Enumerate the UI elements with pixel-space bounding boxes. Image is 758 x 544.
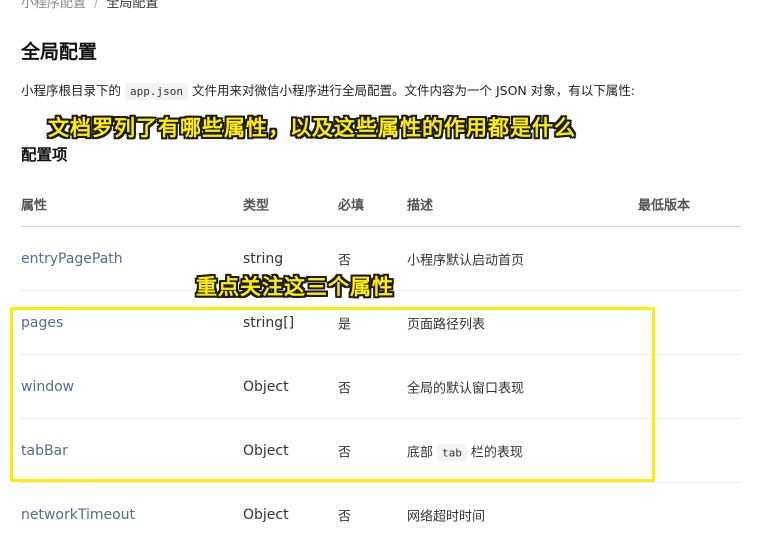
- annotation-top-caption: 文档罗列了有哪些属性，以及这些属性的作用都是什么: [48, 116, 576, 140]
- type-cell: Object: [243, 378, 289, 395]
- description-text-after: 栏的表现: [470, 445, 523, 460]
- header-type: 类型: [243, 198, 270, 214]
- type-cell: Object: [243, 442, 289, 459]
- required-cell: 否: [338, 509, 352, 524]
- property-link-window[interactable]: window: [21, 379, 74, 395]
- type-cell: string[]: [243, 314, 295, 331]
- description-cell: 全局的默认窗口表现: [407, 381, 525, 396]
- description-text-before: 底部: [407, 445, 434, 460]
- intro-text-before: 小程序根目录下的: [21, 83, 122, 98]
- intro-paragraph: 小程序根目录下的 app.json 文件用来对微信小程序进行全局配置。文件内容为一个…: [21, 82, 635, 101]
- header-min-version: 最低版本: [638, 198, 691, 214]
- breadcrumb-parent-link[interactable]: 小程序配置: [21, 0, 86, 11]
- config-table: 属性 类型 必填 描述 最低版本 entryPagePath string 否 …: [21, 180, 741, 544]
- intro-code-app-json: app.json: [125, 83, 188, 100]
- type-cell: Object: [243, 506, 289, 523]
- required-cell: 否: [338, 381, 352, 396]
- description-cell: 页面路径列表: [407, 317, 486, 332]
- description-cell: 小程序默认启动首页: [407, 253, 525, 268]
- property-link-tabbar[interactable]: tabBar: [21, 443, 68, 459]
- required-cell: 是: [338, 317, 352, 332]
- type-cell: string: [243, 250, 284, 267]
- header-property: 属性: [21, 198, 48, 214]
- section-title: 配置项: [21, 146, 68, 164]
- property-link-networktimeout[interactable]: networkTimeout: [21, 507, 135, 523]
- header-description: 描述: [407, 198, 434, 214]
- description-code-tab: tab: [437, 444, 467, 461]
- breadcrumb-current: 全局配置: [106, 0, 159, 11]
- intro-text-after: 文件用来对微信小程序进行全局配置。文件内容为一个 JSON 对象，有以下属性:: [192, 83, 635, 98]
- description-cell: 网络超时时间: [407, 509, 486, 524]
- required-cell: 否: [338, 445, 352, 460]
- annotation-middle-caption: 重点关注这三个属性: [196, 275, 394, 299]
- description-cell: 底部 tab 栏的表现: [407, 441, 523, 461]
- breadcrumb: 小程序配置 / 全局配置: [21, 0, 158, 11]
- header-required: 必填: [338, 198, 365, 214]
- docs-page: 小程序配置 / 全局配置 全局配置 小程序根目录下的 app.json 文件用来对微信小…: [0, 0, 758, 544]
- breadcrumb-separator: /: [94, 0, 99, 11]
- page-title: 全局配置: [21, 41, 98, 63]
- table-row-window: window Object 否 全局的默认窗口表现: [21, 355, 741, 419]
- table-row-networktimeout: networkTimeout Object 否 网络超时时间: [21, 483, 741, 544]
- required-cell: 否: [338, 253, 352, 268]
- table-row-tabbar: tabBar Object 否 底部 tab 栏的表现: [21, 419, 741, 483]
- table-header: 属性 类型 必填 描述 最低版本: [21, 180, 741, 227]
- property-link-entrypagepath[interactable]: entryPagePath: [21, 251, 123, 267]
- property-link-pages[interactable]: pages: [21, 315, 63, 331]
